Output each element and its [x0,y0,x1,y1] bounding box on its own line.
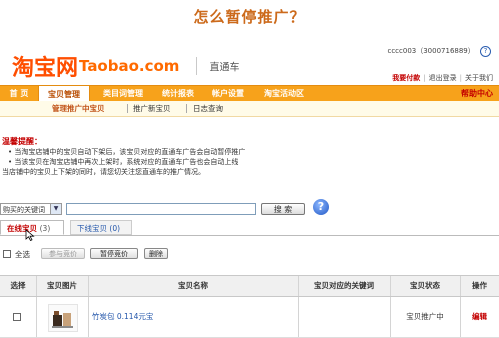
tab-divider [0,235,499,236]
col-keywords: 宝贝对应的关键词 [314,281,374,290]
help-center-link[interactable]: 帮助中心 [461,86,493,101]
tab-label: 下线宝贝 [77,224,107,233]
col-status: 宝贝状态 [410,281,440,290]
nav-reports[interactable]: 统计报表 [155,86,201,101]
item-name[interactable]: 竹炭包 0.114元宝 [92,297,153,337]
select-all-label: 全选 [15,250,30,259]
tab-count: (3) [39,224,51,233]
pay-link[interactable]: 我要付款 [392,74,420,82]
col-name: 宝贝名称 [178,281,208,290]
about-link[interactable]: 关于我们 [465,74,493,82]
table-row: 竹炭包 0.114元宝 宝贝推广中 编辑 [0,297,499,338]
nav-category-words[interactable]: 类目词管理 [94,86,152,101]
item-status: 宝贝推广中 [406,312,444,321]
logo-chinese: 淘宝网 [12,56,79,81]
item-name-link[interactable]: 竹炭包 0.114元宝 [92,312,153,321]
top-links: 我要付款 | 退出登录 | 关于我们 [392,74,493,82]
help-question-icon[interactable]: ? [480,46,491,57]
nav-account-settings[interactable]: 帐户设置 [205,86,251,101]
pause-bid-button[interactable]: 暂停竞价 [90,248,138,259]
edit-link[interactable]: 编辑 [460,297,499,337]
help-icon[interactable]: ? [313,199,329,215]
keyword-type-select[interactable]: 购买的关键词 ▼ [0,203,62,215]
logout-link[interactable]: 退出登录 [429,74,457,82]
table-header: 选择 宝贝图片 宝贝名称 宝贝对应的关键词 宝贝状态 操作 [0,275,499,297]
tips-panel: 温馨提醒： • 当淘宝店铺中的宝贝自动下架后，该宝贝对应的直通车广告会自动暂停推… [2,137,482,177]
actions-bar: 全选 参与竞价 暂停竞价 删除 [0,244,499,264]
chevron-down-icon[interactable]: ▼ [50,204,61,214]
mouse-cursor-icon [25,229,35,241]
select-all-checkbox[interactable] [3,250,11,258]
tab-offline-items[interactable]: 下线宝贝 (0) [70,220,132,235]
nav-home[interactable]: 首 页 [4,86,34,101]
col-image: 宝贝图片 [47,281,77,290]
search-button[interactable]: 搜 索 [261,203,305,215]
product-name: 直通车 [209,62,240,74]
account-info: cccc003（3000716889） ? [387,46,491,57]
subnav-log-query[interactable]: 日志查询 [193,101,223,116]
col-select: 选择 [10,281,26,290]
bid-button[interactable]: 参与竞价 [41,248,85,259]
item-thumbnail[interactable] [48,304,78,332]
col-action: 操作 [472,281,487,290]
select-value: 购买的关键词 [3,206,45,214]
logo-english: Taobao.com [79,57,180,75]
tip-line: • 当淘宝店铺中的宝贝自动下架后，该宝贝对应的直通车广告会自动暂停推广 [8,148,246,156]
tab-count: (0) [109,224,121,233]
page-title: 怎么暂停推广？ [193,8,306,26]
sub-nav: 管理推广中宝贝 推广新宝贝 日志查询 [0,101,499,117]
tip-line: 当店铺中的宝贝上下架的同时，请您切关注您直通车的推广情况。 [2,168,205,176]
logo-divider [195,57,197,75]
item-keyword [298,297,390,337]
nav-activities[interactable]: 淘宝活动区 [255,86,313,101]
taobao-logo[interactable]: 淘宝网Taobao.com 直通车 [12,50,240,81]
product-image-icon [52,311,73,328]
account-name: cccc003（3000716889） [387,47,475,55]
edit-label[interactable]: 编辑 [472,312,487,321]
main-nav: 首 页 宝贝管理 类目词管理 统计报表 帐户设置 淘宝活动区 帮助中心 [0,85,499,103]
row-checkbox[interactable] [13,313,21,321]
delete-button[interactable]: 删除 [144,248,168,259]
tip-line: • 当该宝贝在淘宝店铺中再次上架时，系统对应的直通车广告也会自动上线 [8,158,239,166]
search-input[interactable] [66,203,256,215]
tips-title: 温馨提醒： [2,137,42,146]
subnav-new-items[interactable]: 推广新宝贝 [133,101,171,116]
subnav-managed-items[interactable]: 管理推广中宝贝 [52,101,105,116]
